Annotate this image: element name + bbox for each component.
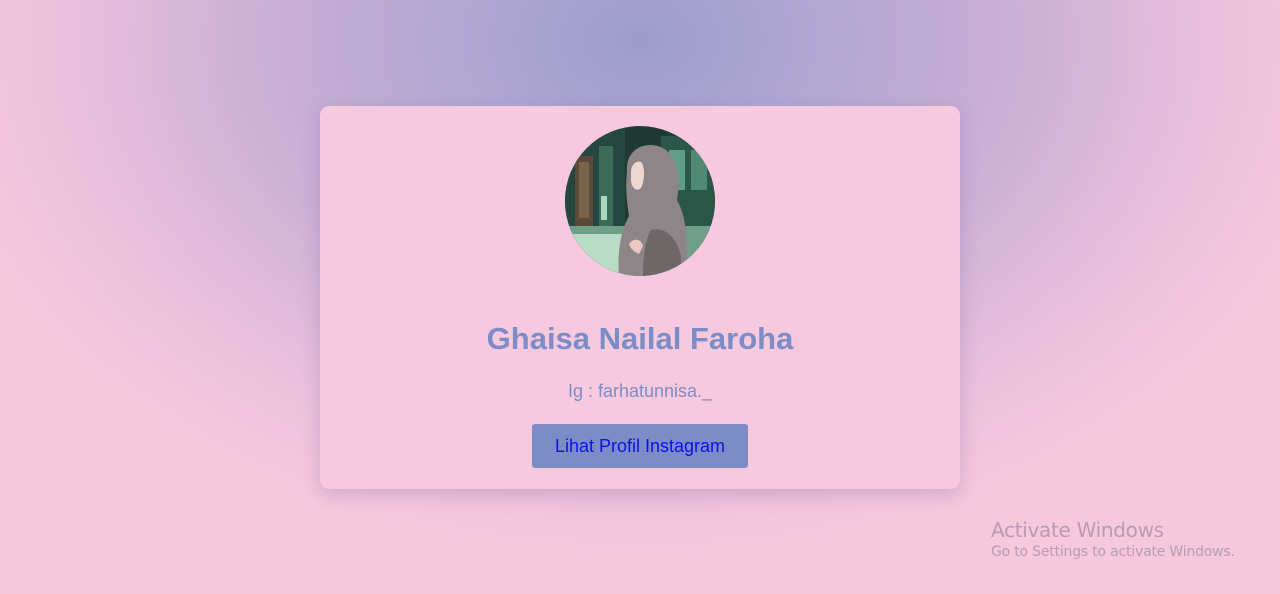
page-background: { "profile": { "name": "Ghaisa Nailal Fa… bbox=[0, 0, 1280, 594]
profile-card: Ghaisa Nailal Faroha Ig : farhatunnisa._… bbox=[320, 106, 960, 489]
profile-photo-icon bbox=[565, 126, 715, 276]
instagram-handle: Ig : farhatunnisa._ bbox=[567, 381, 713, 401]
windows-activation-watermark: Activate Windows Go to Settings to activ… bbox=[991, 519, 1235, 561]
view-instagram-profile-button[interactable]: Lihat Profil Instagram bbox=[532, 424, 748, 468]
profile-avatar bbox=[565, 126, 715, 276]
watermark-title: Activate Windows bbox=[991, 518, 1164, 542]
profile-name: Ghaisa Nailal Faroha bbox=[486, 321, 794, 356]
watermark-subtitle: Go to Settings to activate Windows. bbox=[991, 544, 1235, 560]
